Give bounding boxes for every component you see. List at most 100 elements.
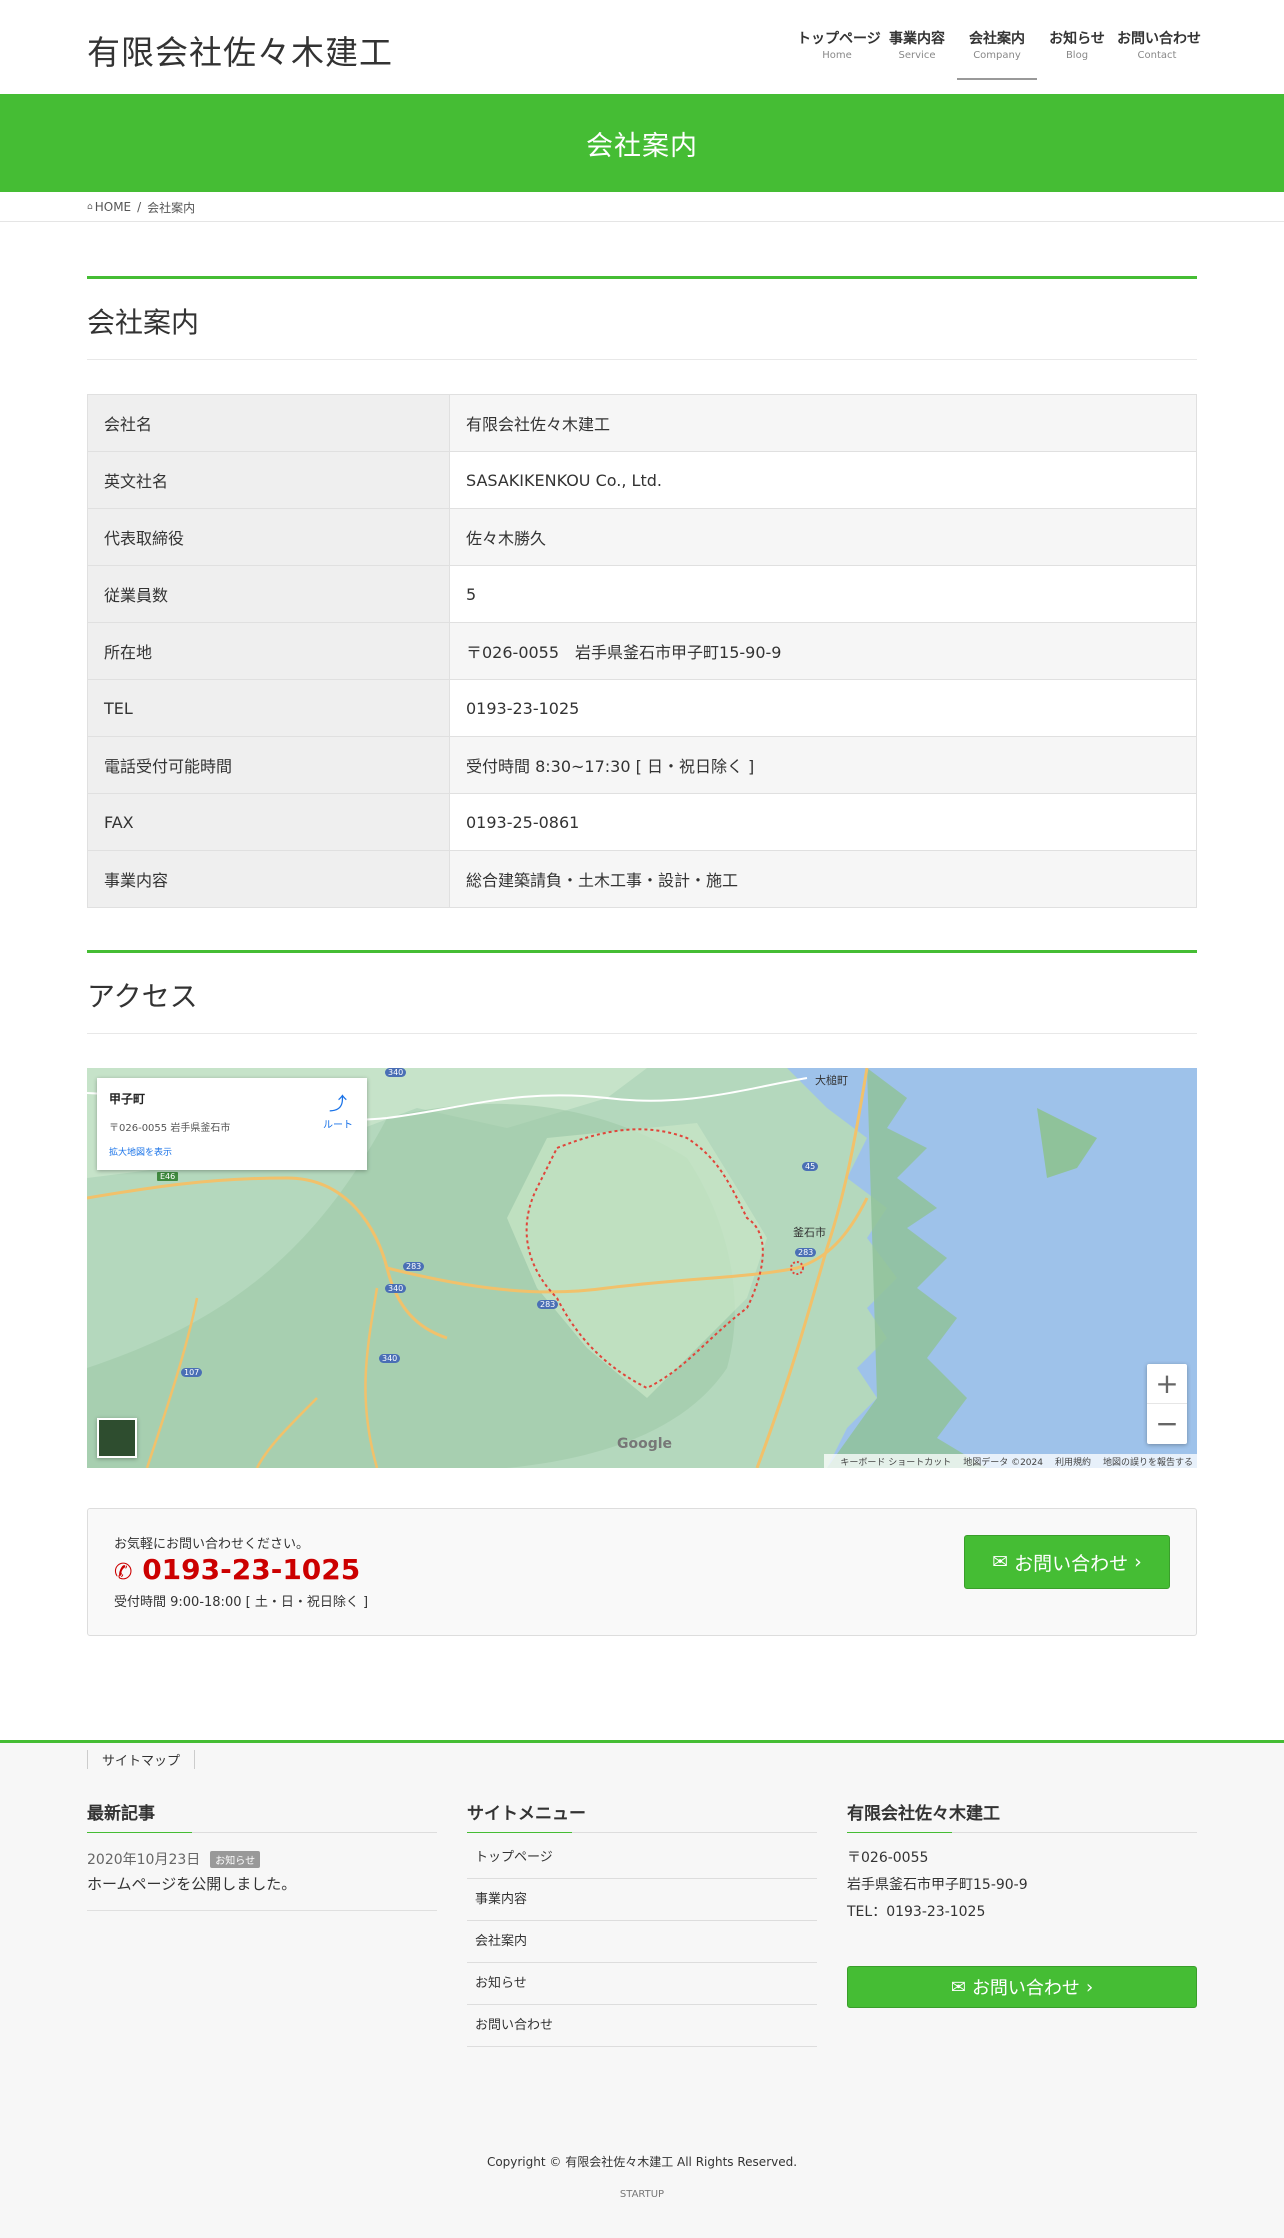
sitemap-link[interactable]: サイトマップ [87, 1749, 196, 1769]
nav-item-home[interactable]: トップページ Home [797, 28, 881, 80]
news-meta: 2020年10月23日 お知らせ [87, 1849, 437, 1869]
footer-menu-list: トップページ 事業内容 会社案内 お知らせ お問い合わせ [467, 1837, 817, 2047]
map-attribution: キーボード ショートカット 地図データ ©2024 利用規約 地図の誤りを報告す… [824, 1454, 1197, 1468]
footer-zip: 〒026-0055 [847, 1850, 929, 1866]
row-value: 5 [449, 565, 1197, 623]
chevron-right-icon: › [1085, 1976, 1094, 1998]
contact-tel[interactable]: ✆ 0193-23-1025 [114, 1553, 360, 1586]
row-value: 0193-25-0861 [449, 793, 1197, 851]
news-category-badge[interactable]: お知らせ [210, 1850, 261, 1868]
row-label: FAX [87, 793, 450, 851]
row-value: 有限会社佐々木建工 [449, 394, 1197, 452]
table-row: TEL 0193-23-1025 [87, 679, 1197, 737]
mail-icon: ✉ [992, 1551, 1009, 1573]
row-label: 所在地 [87, 622, 450, 680]
mail-icon: ✉ [950, 1976, 966, 1998]
road-badge: 283 [537, 1300, 559, 1309]
footer-menu-item-service[interactable]: 事業内容 [467, 1879, 817, 1921]
contact-lead: お気軽にお問い合わせください。 [114, 1537, 310, 1552]
footer-street: 岩手県釜石市甲子町15-90-9 [847, 1877, 1028, 1893]
table-row: 会社名 有限会社佐々木建工 [87, 394, 1197, 452]
site-footer: サイトマップ 最新記事 2020年10月23日 お知らせ ホームページを公開しま… [0, 1740, 1284, 2238]
footer-address: 〒026-0055 岩手県釜石市甲子町15-90-9 TEL：0193-23-1… [847, 1845, 1197, 1926]
footer-menu: サイトメニュー トップページ 事業内容 会社案内 お知らせ お問い合わせ [467, 1799, 817, 2047]
contact-box: お気軽にお問い合わせください。 ✆ 0193-23-1025 受付時間 9:00… [87, 1508, 1197, 1636]
table-row: 代表取締役 佐々木勝久 [87, 508, 1197, 566]
zoom-in-button[interactable]: + [1147, 1364, 1187, 1404]
nav-label: トップページ [797, 31, 881, 47]
nav-label: 事業内容 [889, 31, 945, 47]
nav-item-contact[interactable]: お問い合わせ Contact [1117, 28, 1201, 80]
breadcrumb-home-link[interactable]: HOME [95, 200, 131, 214]
keyboard-shortcuts-link[interactable]: キーボード ショートカット [840, 1455, 951, 1468]
nav-sublabel: Company [973, 50, 1021, 61]
main-content: 会社案内 会社名 有限会社佐々木建工 英文社名 SASAKIKENKOU Co., … [87, 222, 1197, 1636]
nav-item-blog[interactable]: お知らせ Blog [1037, 28, 1117, 80]
page-title: 会社案内 [586, 130, 698, 162]
map-larger-link[interactable]: 拡大地図を表示 [109, 1145, 172, 1158]
row-value: 総合建築請負・土木工事・設計・施工 [449, 850, 1197, 908]
footer-menu-item-contact[interactable]: お問い合わせ [467, 2005, 817, 2047]
row-label: 英文社名 [87, 451, 450, 509]
table-row: 事業内容 総合建築請負・土木工事・設計・施工 [87, 850, 1197, 908]
chevron-right-icon: › [1134, 1551, 1142, 1573]
footer-menu-item-blog[interactable]: お知らせ [467, 1963, 817, 2005]
copyright: Copyright © 有限会社佐々木建工 All Rights Reserve… [486, 2155, 798, 2169]
map-place-name: 甲子町 [109, 1092, 146, 1106]
news-title-link[interactable]: ホームページを公開しました。 [87, 1873, 437, 1911]
row-label: 従業員数 [87, 565, 450, 623]
google-logo: Google [617, 1436, 673, 1452]
phone-icon: ✆ [114, 1560, 133, 1585]
road-badge: 340 [379, 1354, 401, 1363]
nav-item-company[interactable]: 会社案内 Company [957, 28, 1037, 80]
map-data-text: 地図データ ©2024 [963, 1457, 1043, 1468]
site-header: 有限会社佐々木建工 トップページ Home 事業内容 Service 会社案内 … [0, 0, 1284, 94]
section-heading: 会社案内 [87, 276, 1197, 360]
contact-button[interactable]: ✉ お問い合わせ › [964, 1535, 1170, 1589]
news-date: 2020年10月23日 [87, 1852, 201, 1868]
nav-label: 会社案内 [969, 31, 1025, 47]
footer-menu-heading: サイトメニュー [467, 1799, 817, 1833]
company-info-table: 会社名 有限会社佐々木建工 英文社名 SASAKIKENKOU Co., Ltd. … [87, 394, 1197, 908]
site-logo[interactable]: 有限会社佐々木建工 [87, 26, 393, 74]
row-label: 代表取締役 [87, 508, 450, 566]
row-label: TEL [87, 679, 450, 737]
directions-label: ルート [323, 1120, 353, 1131]
section-heading: アクセス [87, 950, 1197, 1034]
footer-news: 最新記事 2020年10月23日 お知らせ ホームページを公開しました。 [87, 1799, 437, 2047]
nav-item-service[interactable]: 事業内容 Service [877, 28, 957, 80]
report-error-link[interactable]: 地図の誤りを報告する [1103, 1455, 1193, 1468]
table-row: 所在地 〒026-0055 岩手県釜石市甲子町15-90-9 [87, 622, 1197, 680]
google-map[interactable]: 大槌町 釜石市 340 E46 45 283 340 283 340 107 2… [87, 1068, 1197, 1468]
row-label: 事業内容 [87, 850, 450, 908]
directions-button[interactable]: ⤴ ルート [323, 1090, 353, 1131]
breadcrumb-separator: / [137, 200, 142, 214]
access-heading: アクセス [87, 980, 198, 1013]
road-badge: 45 [802, 1162, 819, 1171]
nav-sublabel: Blog [1065, 50, 1089, 61]
powered-by[interactable]: STARTUP [0, 2189, 1284, 2200]
row-value: 〒026-0055 岩手県釜石市甲子町15-90-9 [449, 622, 1197, 680]
company-heading: 会社案内 [87, 306, 200, 339]
footer-contact-button-label: お問い合わせ [971, 1978, 1080, 1999]
breadcrumb: ⌂ HOME / 会社案内 [0, 192, 1284, 222]
nav-sublabel: Contact [1137, 50, 1177, 61]
footer-menu-item-home[interactable]: トップページ [467, 1837, 817, 1879]
home-icon: ⌂ [87, 202, 93, 212]
road-badge: 107 [181, 1368, 203, 1377]
map-label-kamaishi: 釜石市 [793, 1226, 826, 1239]
footer-news-heading: 最新記事 [87, 1799, 437, 1833]
nav-label: お問い合わせ [1117, 31, 1201, 47]
footer-contact-button[interactable]: ✉ お問い合わせ › [847, 1966, 1197, 2008]
road-badge: 340 [385, 1284, 407, 1293]
footer-company: 有限会社佐々木建工 〒026-0055 岩手県釜石市甲子町15-90-9 TEL… [847, 1799, 1197, 2047]
company-section: 会社案内 会社名 有限会社佐々木建工 英文社名 SASAKIKENKOU Co., … [87, 222, 1197, 908]
table-row: 電話受付可能時間 受付時間 8:30~17:30 [ 日・祝日除く ] [87, 736, 1197, 794]
map-type-toggle[interactable] [97, 1418, 137, 1458]
zoom-out-button[interactable]: − [1147, 1404, 1187, 1444]
footer-menu-item-company[interactable]: 会社案内 [467, 1921, 817, 1963]
table-row: 英文社名 SASAKIKENKOU Co., Ltd. [87, 451, 1197, 509]
terms-link[interactable]: 利用規約 [1055, 1455, 1091, 1468]
nav-label: お知らせ [1049, 31, 1105, 47]
road-badge: 283 [795, 1248, 817, 1257]
